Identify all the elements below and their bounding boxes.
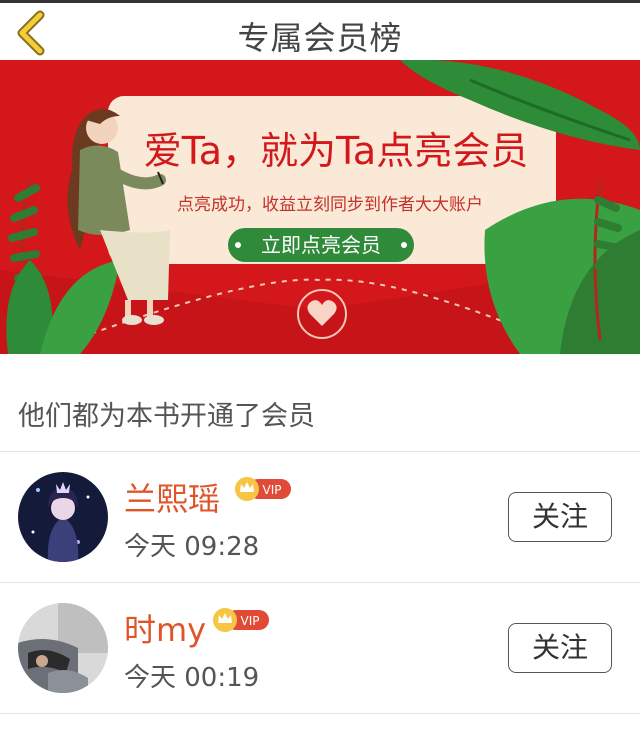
- banner-artwork: 爱Ta，就为Ta点亮会员 点亮成功，收益立刻同步到作者大大账户 立即点亮会员: [0, 60, 640, 354]
- member-name[interactable]: 兰熙瑶: [124, 474, 220, 520]
- svg-text:VIP: VIP: [241, 614, 260, 628]
- follow-button[interactable]: 关注: [508, 623, 612, 673]
- member-time: 今天 09:28: [124, 532, 260, 562]
- list-item[interactable]: 时my VIP 今天 00:19 关注: [0, 583, 640, 713]
- divider: [0, 713, 640, 714]
- follow-button[interactable]: 关注: [508, 492, 612, 542]
- avatar[interactable]: [18, 603, 108, 693]
- svg-text:VIP: VIP: [263, 483, 282, 497]
- banner-cta-label: 立即点亮会员: [261, 233, 381, 257]
- promo-banner[interactable]: 爱Ta，就为Ta点亮会员 点亮成功，收益立刻同步到作者大大账户 立即点亮会员: [0, 60, 640, 354]
- avatar[interactable]: [18, 472, 108, 562]
- vip-badge: VIP: [213, 608, 269, 632]
- banner-headline: 爱Ta，就为Ta点亮会员: [144, 129, 528, 173]
- member-time: 今天 00:19: [124, 663, 260, 693]
- member-list-section: 他们都为本书开通了会员 兰熙瑶 VIP 今天 09:28 关注 时my VIP …: [0, 354, 640, 732]
- banner-subline: 点亮成功，收益立刻同步到作者大大账户: [177, 195, 483, 215]
- section-title: 他们都为本书开通了会员: [18, 401, 315, 432]
- top-bar: 专属会员榜: [0, 0, 640, 60]
- list-item[interactable]: 兰熙瑶 VIP 今天 09:28 关注: [0, 452, 640, 582]
- page-title: 专属会员榜: [237, 19, 403, 57]
- member-name[interactable]: 时my: [124, 605, 206, 651]
- vip-badge: VIP: [235, 477, 291, 501]
